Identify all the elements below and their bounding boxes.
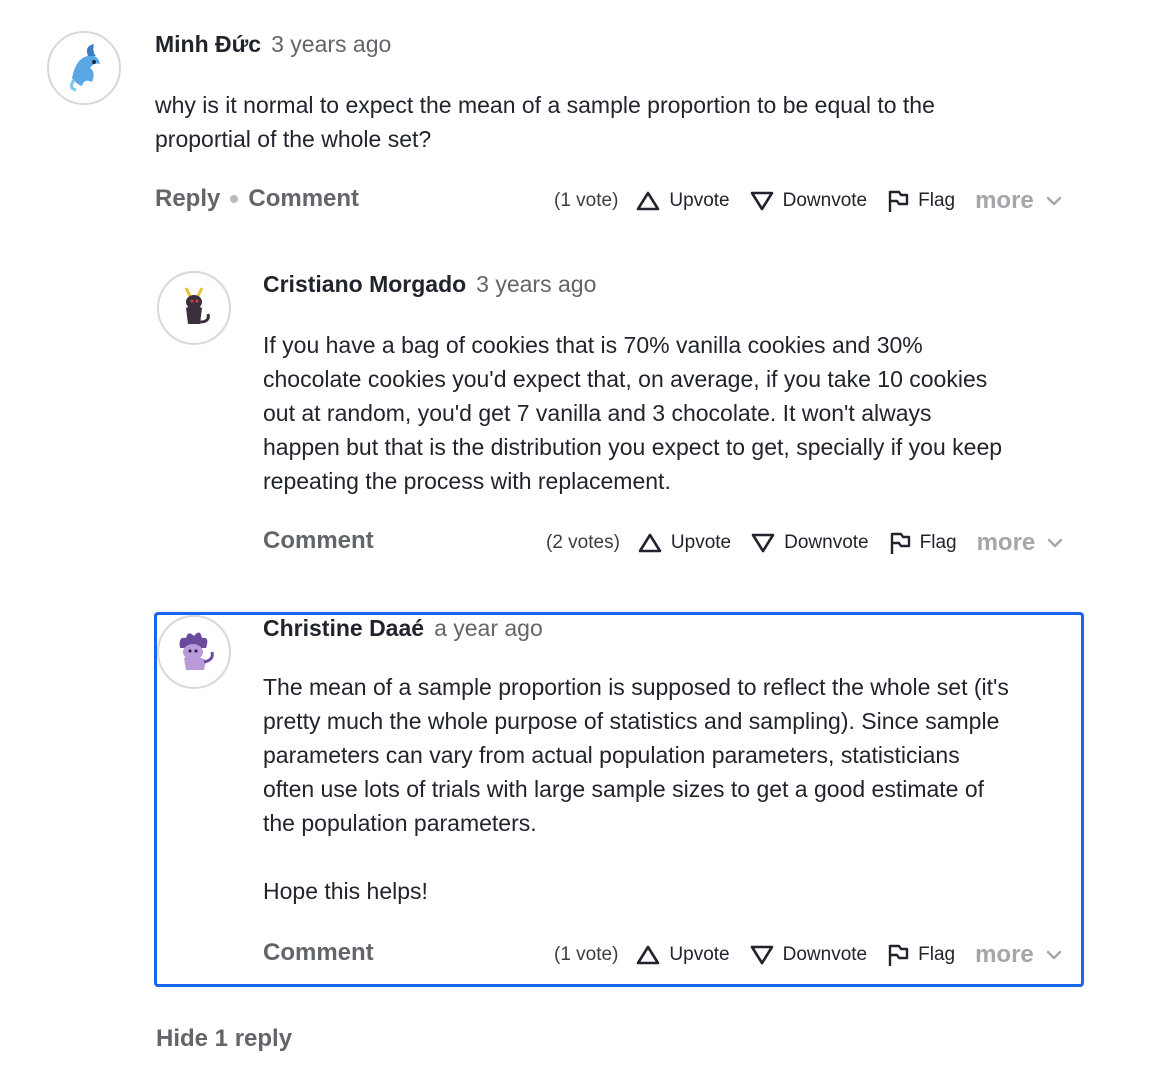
question-author-name[interactable]: Minh Đức (155, 31, 261, 57)
downvote-triangle-icon (750, 191, 773, 211)
more-label: more (976, 529, 1036, 556)
upvote-triangle-icon (638, 533, 662, 553)
answer-text-line: out at random, you'd get 7 vanilla and 3… (263, 400, 932, 426)
chevron-down-icon (1046, 950, 1061, 960)
question-timestamp[interactable]: 3 years ago (271, 31, 391, 57)
answer-author-name[interactable]: Cristiano Morgado (263, 271, 466, 297)
avatar-purple-creature-icon (179, 632, 214, 670)
downvote-triangle-icon (751, 533, 775, 553)
flag-label: Flag (919, 532, 957, 553)
avatar-dark-creature-icon (184, 287, 210, 324)
answer-text-line: repeating the process with replacement. (263, 468, 671, 494)
chevron-down-icon (1048, 538, 1063, 548)
answer-author-name[interactable]: Christine Daaé (263, 615, 424, 641)
downvote-button[interactable]: Downvote (750, 190, 868, 212)
upvote-triangle-icon (637, 191, 660, 211)
answer-text-line: chocolate cookies you'd expect that, on … (263, 366, 988, 392)
more-dropdown[interactable]: more (977, 529, 1064, 557)
reply-link[interactable]: Reply (155, 185, 220, 213)
avatar-answer-author[interactable] (157, 271, 231, 345)
downvote-label: Downvote (782, 190, 868, 211)
answer-text-line: If you have a bag of cookies that is 70%… (263, 332, 923, 358)
question-text: why is it normal to expect the mean of a… (155, 88, 935, 156)
question-text-line: why is it normal to expect the mean of a… (155, 92, 935, 118)
upvote-label: Upvote (670, 532, 732, 553)
answer-text-line: happen but that is the distribution you … (263, 434, 1003, 460)
answer-text: If you have a bag of cookies that is 70%… (263, 328, 1002, 498)
downvote-button[interactable]: Downvote (751, 532, 869, 554)
upvote-button[interactable]: Upvote (638, 532, 731, 554)
more-label: more (975, 187, 1034, 214)
answer-timestamp[interactable]: 3 years ago (476, 271, 596, 297)
answer-timestamp[interactable]: a year ago (434, 615, 543, 641)
comment-link[interactable]: Comment (263, 527, 374, 554)
flag-label: Flag (918, 190, 956, 211)
upvote-label: Upvote (669, 190, 730, 211)
downvote-button[interactable]: Downvote (750, 944, 868, 966)
flag-button[interactable]: Flag (887, 189, 955, 213)
question-actions: (1 vote) Upvote Downvote Flag more (554, 187, 1062, 215)
more-dropdown[interactable]: more (975, 187, 1062, 215)
answer-text-line: The mean of a sample proportion is suppo… (263, 674, 1009, 700)
vote-count: (2 votes) (546, 532, 620, 553)
question-text-line: proportial of the whole set? (155, 126, 432, 152)
more-dropdown[interactable]: more (975, 941, 1062, 969)
upvote-button[interactable]: Upvote (636, 944, 730, 966)
answer-text-line: parameters can vary from actual populati… (263, 742, 960, 768)
upvote-button[interactable]: Upvote (636, 190, 730, 212)
hide-replies-link[interactable]: Hide 1 reply (156, 1025, 292, 1052)
flag-icon (888, 190, 909, 212)
comment-link[interactable]: Comment (263, 939, 374, 966)
answer-text-line: Hope this helps! (263, 878, 428, 904)
upvote-triangle-icon (637, 945, 660, 965)
flag-icon (888, 944, 909, 966)
downvote-triangle-icon (750, 945, 773, 965)
chevron-down-icon (1046, 196, 1061, 206)
answer-text: The mean of a sample proportion is suppo… (263, 670, 1009, 908)
vote-count: (1 vote) (554, 944, 619, 965)
avatar-answer-author[interactable] (157, 615, 231, 689)
flag-icon (890, 532, 910, 554)
answer-text-line: the population parameters. (263, 810, 537, 836)
downvote-label: Downvote (784, 532, 869, 553)
comment-link[interactable]: Comment (248, 185, 359, 213)
answer-text-line: pretty much the whole purpose of statist… (263, 708, 1000, 734)
separator-dot (230, 195, 239, 203)
avatar-question-author[interactable] (47, 31, 121, 105)
flag-label: Flag (918, 944, 956, 965)
more-label: more (975, 941, 1034, 968)
downvote-label: Downvote (782, 944, 868, 965)
upvote-label: Upvote (669, 944, 730, 965)
vote-count: (1 vote) (554, 190, 619, 211)
flag-button[interactable]: Flag (889, 531, 957, 555)
flag-button[interactable]: Flag (887, 943, 955, 967)
answer-actions: (1 vote) Upvote Downvote Flag more (554, 941, 1062, 969)
avatar-blue-creature-icon (69, 44, 100, 92)
answer-text-line: often use lots of trials with large samp… (263, 776, 985, 802)
answer-actions: (2 votes) Upvote Downvote Flag more (546, 529, 1063, 557)
